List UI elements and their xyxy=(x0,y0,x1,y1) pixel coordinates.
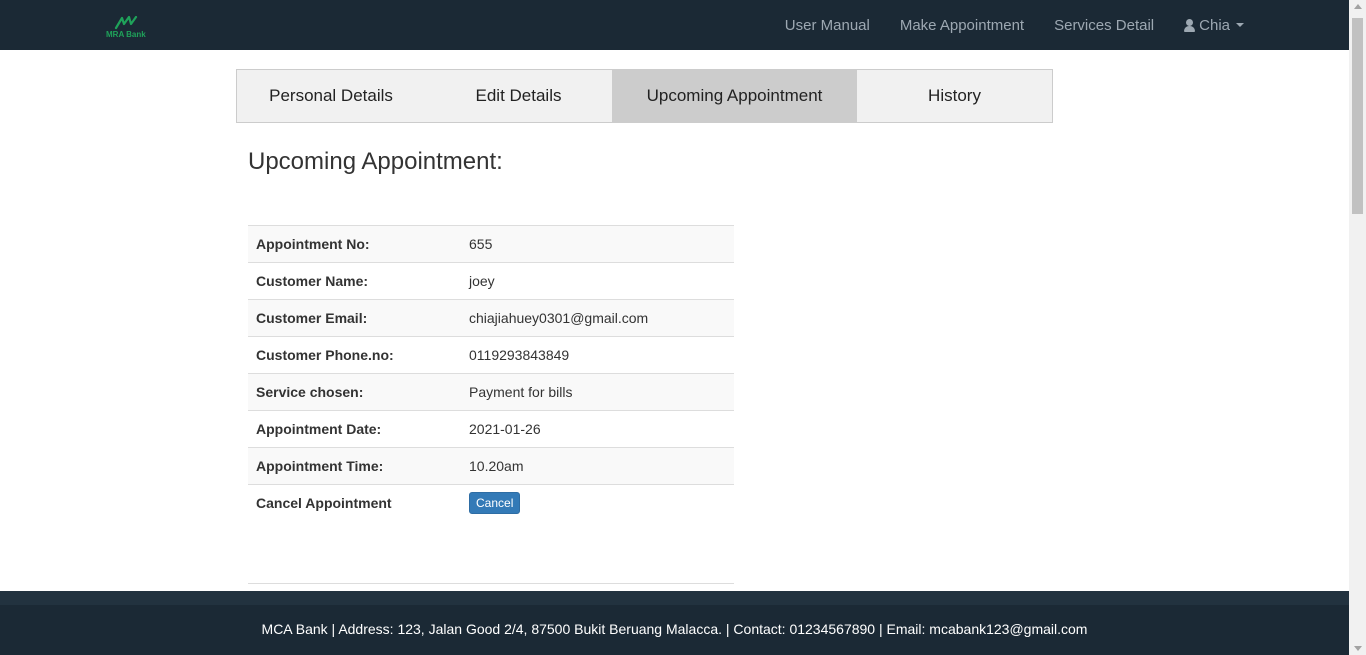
customer-name: joey xyxy=(469,273,495,289)
table-row: Cancel Appointment Cancel xyxy=(248,484,734,522)
table-row: Appointment Time: 10.20am xyxy=(248,447,734,485)
customer-phone: 0119293843849 xyxy=(469,347,570,363)
cancel-button[interactable]: Cancel xyxy=(469,492,521,515)
customer-email: chiajiahuey0301@gmail.com xyxy=(469,310,649,326)
caret-down-icon xyxy=(1236,23,1244,27)
table-row: Appointment Date: 2021-01-26 xyxy=(248,410,734,448)
divider xyxy=(248,583,734,584)
cancel-cell: Cancel xyxy=(461,485,734,522)
page-scrollbar[interactable] xyxy=(1349,0,1366,655)
table-row: Customer Phone.no: 0119293843849 xyxy=(248,336,734,374)
table-row: Appointment No: 655 xyxy=(248,225,734,263)
top-navbar: MRA Bank User Manual Make Appointment Se… xyxy=(0,0,1349,50)
user-menu-dropdown[interactable]: Chia xyxy=(1184,17,1244,34)
scroll-up-arrow-icon[interactable] xyxy=(1354,4,1362,9)
table-row: Customer Email: chiajiahuey0301@gmail.co… xyxy=(248,299,734,337)
user-icon xyxy=(1184,18,1196,32)
appointment-date: 2021-01-26 xyxy=(469,421,541,437)
scroll-down-arrow-icon[interactable] xyxy=(1354,646,1362,651)
tab-upcoming-appointment[interactable]: Upcoming Appointment xyxy=(612,70,857,122)
appointment-time: 10.20am xyxy=(469,458,524,474)
user-name: Chia xyxy=(1199,16,1230,34)
cancel-appointment-label: Cancel Appointment xyxy=(256,495,392,512)
tab-edit-details[interactable]: Edit Details xyxy=(425,70,612,122)
nav-services-detail[interactable]: Services Detail xyxy=(1054,17,1154,34)
page-title: Upcoming Appointment: xyxy=(248,148,503,175)
bank-logo[interactable]: MRA Bank xyxy=(106,16,150,42)
table-row: Customer Name: joey xyxy=(248,262,734,300)
footer-band xyxy=(0,591,1349,605)
appointment-number: 655 xyxy=(469,236,493,252)
page-footer: MCA Bank | Address: 123, Jalan Good 2/4,… xyxy=(0,591,1349,655)
row-label: Appointment No: xyxy=(256,236,370,252)
row-label: Customer Name: xyxy=(256,273,369,289)
row-label: Customer Phone.no: xyxy=(256,347,394,363)
profile-tabs: Personal Details Edit Details Upcoming A… xyxy=(236,69,1053,123)
row-label: Service chosen: xyxy=(256,384,364,400)
row-label: Customer Email: xyxy=(256,310,368,326)
table-row: Service chosen: Payment for bills xyxy=(248,373,734,411)
footer-text: MCA Bank | Address: 123, Jalan Good 2/4,… xyxy=(261,621,1088,637)
nav-links: User Manual Make Appointment Services De… xyxy=(755,0,1244,50)
row-label: Appointment Date: xyxy=(256,421,382,437)
nav-user-manual[interactable]: User Manual xyxy=(785,17,870,34)
logo-text: MRA Bank xyxy=(106,30,146,39)
row-label: Appointment Time: xyxy=(256,458,384,474)
tab-personal-details[interactable]: Personal Details xyxy=(237,70,425,122)
logo-mark-icon xyxy=(114,16,138,30)
appointment-details-table: Appointment No: 655 Customer Name: joey … xyxy=(248,225,734,522)
scrollbar-thumb[interactable] xyxy=(1352,18,1363,214)
tab-history[interactable]: History xyxy=(857,70,1052,122)
nav-make-appointment[interactable]: Make Appointment xyxy=(900,17,1024,34)
service-chosen: Payment for bills xyxy=(469,384,573,400)
